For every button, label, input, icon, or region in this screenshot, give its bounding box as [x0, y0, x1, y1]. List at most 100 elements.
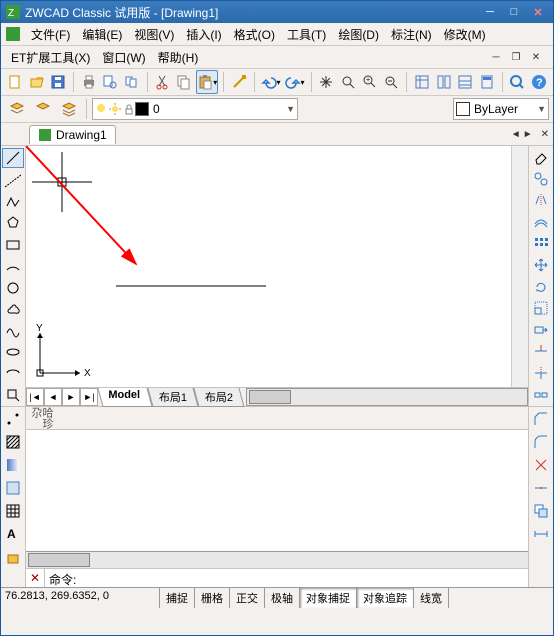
layer-dropdown[interactable]: 0 ▼ — [92, 98, 298, 120]
menu-view[interactable]: 视图(V) — [128, 24, 180, 45]
lweight-toggle[interactable]: 线宽 — [414, 588, 449, 608]
tab-model[interactable]: Model — [97, 388, 152, 407]
erase-tool[interactable] — [531, 148, 551, 167]
dimension-tool[interactable] — [531, 524, 551, 544]
mtext-tool[interactable]: A — [3, 524, 23, 544]
tab-layout2[interactable]: 布局2 — [193, 388, 244, 407]
new-button[interactable] — [5, 70, 25, 94]
color-dropdown[interactable]: ByLayer ▼ — [453, 98, 549, 120]
region-tool[interactable] — [3, 478, 23, 498]
copy-tool[interactable] — [531, 170, 551, 189]
snap-toggle[interactable]: 捕捉 — [160, 588, 195, 608]
zoom-window-button[interactable]: + — [360, 70, 380, 94]
pan-button[interactable] — [316, 70, 336, 94]
mirror-tool[interactable] — [531, 191, 551, 210]
command-close-button[interactable]: ✕ — [26, 569, 45, 587]
arc-tool[interactable] — [3, 257, 23, 275]
table-tool[interactable] — [3, 501, 23, 521]
save-button[interactable] — [48, 70, 68, 94]
find-button[interactable] — [508, 70, 528, 94]
ellipse-arc-tool[interactable] — [3, 364, 23, 382]
grid-toggle[interactable]: 栅格 — [195, 588, 230, 608]
insert-block-tool[interactable] — [3, 386, 23, 404]
tab-nav-close[interactable]: ✕ — [541, 129, 549, 140]
menu-draw[interactable]: 绘图(D) — [332, 24, 385, 45]
tab-nav-prev[interactable]: ◄ — [511, 129, 521, 140]
menu-tools[interactable]: 工具(T) — [281, 24, 332, 45]
properties-button[interactable] — [412, 70, 432, 94]
draworder-tool[interactable] — [531, 501, 551, 521]
ellipse-tool[interactable] — [3, 343, 23, 361]
zoom-realtime-button[interactable] — [338, 70, 358, 94]
copy-button[interactable] — [175, 70, 195, 94]
fillet-tool[interactable] — [531, 432, 551, 452]
menu-file[interactable]: 文件(F) — [25, 24, 76, 45]
doc-restore-button[interactable]: ❐ — [507, 50, 525, 64]
close-button[interactable]: ✕ — [527, 4, 549, 20]
circle-tool[interactable] — [3, 279, 23, 297]
explode-tool[interactable] — [531, 455, 551, 475]
paste-button[interactable]: ▾ — [196, 70, 218, 94]
join-tool[interactable] — [531, 478, 551, 498]
doc-close-button[interactable]: ✕ — [527, 50, 545, 64]
ortho-toggle[interactable]: 正交 — [230, 588, 265, 608]
rectangle-tool[interactable] — [3, 236, 23, 254]
layer-prev-button[interactable] — [31, 97, 55, 121]
line-tool[interactable] — [2, 148, 24, 168]
menu-dim[interactable]: 标注(N) — [385, 24, 438, 45]
menu-edit[interactable]: 编辑(E) — [76, 24, 128, 45]
print-preview-button[interactable] — [101, 70, 121, 94]
break-tool[interactable] — [531, 385, 551, 404]
design-center-button[interactable] — [434, 70, 454, 94]
array-tool[interactable] — [531, 234, 551, 253]
chamfer-tool[interactable] — [531, 409, 551, 429]
move-tool[interactable] — [531, 256, 551, 275]
maximize-button[interactable]: □ — [503, 4, 525, 20]
polar-toggle[interactable]: 极轴 — [265, 588, 300, 608]
tab-first-button[interactable]: |◄ — [26, 388, 44, 406]
menu-insert[interactable]: 插入(I) — [180, 24, 227, 45]
hatch-tool[interactable] — [3, 432, 23, 452]
vertical-scrollbar[interactable] — [511, 146, 528, 387]
menu-modify[interactable]: 修改(M) — [438, 24, 492, 45]
publish-button[interactable] — [122, 70, 142, 94]
extend-tool[interactable] — [531, 364, 551, 383]
drawing-canvas[interactable]: X Y — [26, 146, 511, 387]
command-history[interactable] — [26, 430, 528, 551]
layer-manager-button[interactable] — [5, 97, 29, 121]
help-button[interactable]: ? — [529, 70, 549, 94]
polygon-tool[interactable] — [3, 214, 23, 232]
offset-tool[interactable] — [531, 213, 551, 232]
tab-prev-button[interactable]: ◄ — [44, 388, 62, 406]
tab-last-button[interactable]: ►| — [80, 388, 98, 406]
doc-minimize-button[interactable]: ─ — [487, 50, 505, 64]
undo-button[interactable]: ▾ — [260, 70, 282, 94]
revcloud-tool[interactable] — [3, 300, 23, 318]
tab-layout1[interactable]: 布局1 — [147, 388, 198, 407]
construction-line-tool[interactable] — [3, 171, 23, 189]
redo-button[interactable]: ▾ — [284, 70, 306, 94]
spline-tool[interactable] — [3, 321, 23, 339]
minimize-button[interactable]: ─ — [479, 4, 501, 20]
zoom-prev-button[interactable] — [381, 70, 401, 94]
tab-nav-next[interactable]: ► — [523, 129, 533, 140]
menu-et-tools[interactable]: ET扩展工具(X) — [5, 47, 96, 68]
tool-palettes-button[interactable] — [455, 70, 475, 94]
point-tool[interactable] — [3, 409, 23, 429]
otrack-toggle[interactable]: 对象追踪 — [357, 588, 414, 608]
osnap-toggle[interactable]: 对象捕捉 — [300, 588, 357, 608]
menu-window[interactable]: 窗口(W) — [96, 47, 151, 68]
scale-tool[interactable] — [531, 299, 551, 318]
console-scrollbar[interactable] — [26, 551, 528, 568]
cut-button[interactable] — [153, 70, 173, 94]
print-button[interactable] — [79, 70, 99, 94]
horizontal-scrollbar[interactable] — [246, 388, 528, 406]
stretch-tool[interactable] — [531, 321, 551, 340]
menu-help[interactable]: 帮助(H) — [152, 47, 205, 68]
tab-next-button[interactable]: ► — [62, 388, 80, 406]
layer-states-button[interactable] — [57, 97, 81, 121]
match-prop-button[interactable] — [229, 70, 249, 94]
command-input[interactable] — [78, 569, 528, 587]
block-tool[interactable] — [3, 547, 23, 567]
calculator-button[interactable] — [477, 70, 497, 94]
